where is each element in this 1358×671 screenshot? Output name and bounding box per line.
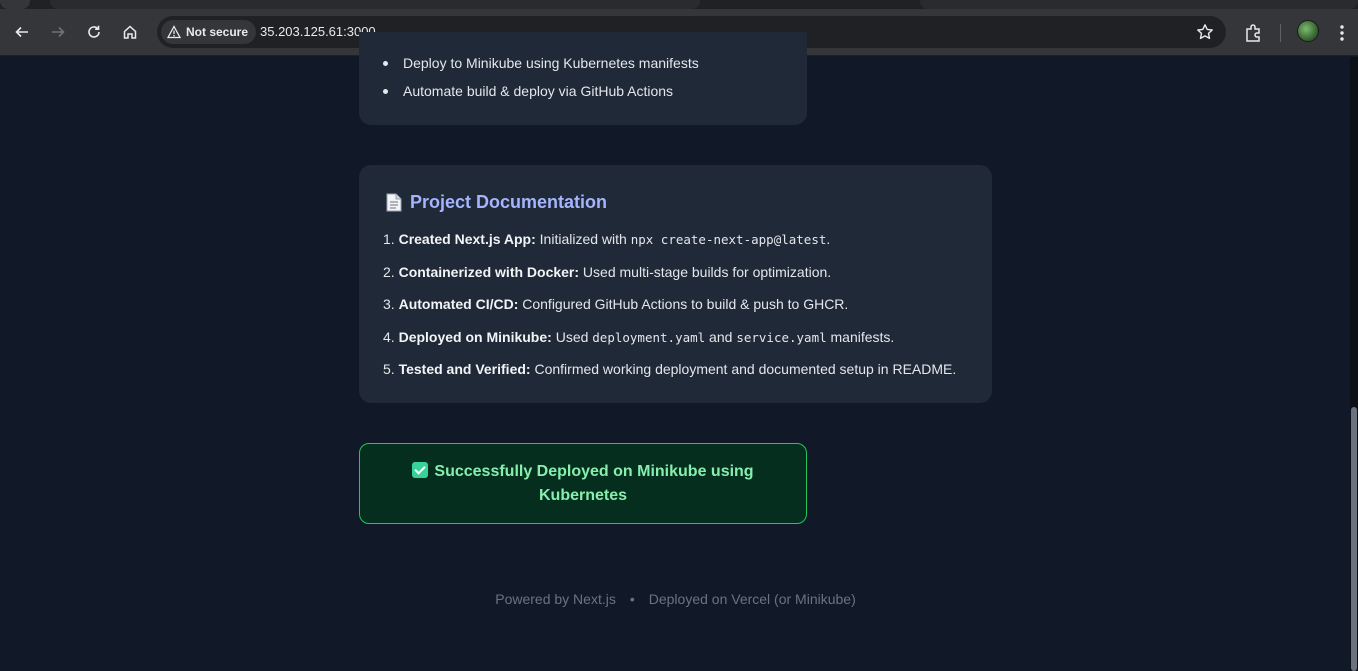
reload-icon	[88, 25, 100, 38]
list-item: 4. Deployed on Minikube: Used deployment…	[383, 328, 895, 345]
goals-card: Deploy to Minikube using Kubernetes mani…	[359, 32, 807, 125]
page-scrollbar[interactable]	[1350, 57, 1358, 671]
list-item: 2. Containerized with Docker: Used multi…	[383, 263, 832, 280]
status-message: Successfully Deployed on Minikube using …	[434, 462, 754, 504]
home-button[interactable]	[117, 19, 143, 45]
reload-button[interactable]	[81, 19, 107, 45]
list-item: 1. Created Next.js App: Initialized with…	[383, 231, 831, 247]
scrollbar-thumb[interactable]	[1351, 407, 1357, 671]
list-item: Deploy to Minikube using Kubernetes mani…	[383, 55, 699, 83]
deploy-status-banner: Successfully Deployed on Minikube using …	[359, 443, 807, 524]
documentation-card: Project Documentation 1. Created Next.js…	[359, 165, 992, 403]
docs-heading: Project Documentation	[386, 192, 607, 213]
profile-avatar[interactable]	[1297, 20, 1319, 42]
kebab-menu-icon[interactable]	[1333, 22, 1351, 44]
arrow-right-icon	[52, 26, 65, 38]
bookmark-star-icon[interactable]	[1196, 23, 1214, 41]
list-item: 3. Automated CI/CD: Configured GitHub Ac…	[383, 296, 849, 312]
forward-button[interactable]	[45, 19, 71, 45]
goals-list: Deploy to Minikube using Kubernetes mani…	[383, 55, 699, 111]
tab-strip	[0, 0, 1358, 9]
list-item: Automate build & deploy via GitHub Actio…	[383, 83, 699, 111]
extensions-icon[interactable]	[1243, 22, 1265, 44]
docs-list: 1. Created Next.js App: Initialized with…	[383, 230, 956, 393]
tab-inactive[interactable]	[50, 0, 700, 9]
check-mark-icon	[412, 461, 429, 478]
security-chip[interactable]: Not secure	[161, 20, 257, 44]
footer-separator: •	[629, 591, 635, 607]
arrow-left-icon	[15, 26, 28, 38]
warning-icon	[167, 25, 181, 39]
toolbar-divider	[1280, 24, 1281, 42]
back-button[interactable]	[9, 19, 35, 45]
document-icon	[386, 193, 402, 212]
footer-powered-by: Powered by Next.js	[495, 591, 616, 607]
list-item: 5. Tested and Verified: Confirmed workin…	[383, 361, 957, 377]
footer-deployed-on: Deployed on Vercel (or Minikube)	[648, 591, 856, 607]
docs-title: Project Documentation	[410, 192, 608, 212]
security-label: Not secure	[186, 25, 249, 39]
home-icon	[123, 25, 137, 39]
page-footer: Powered by Next.js • Deployed on Vercel …	[359, 591, 992, 607]
tab-left[interactable]	[0, 0, 30, 9]
tab-inactive-2[interactable]	[920, 0, 1358, 9]
